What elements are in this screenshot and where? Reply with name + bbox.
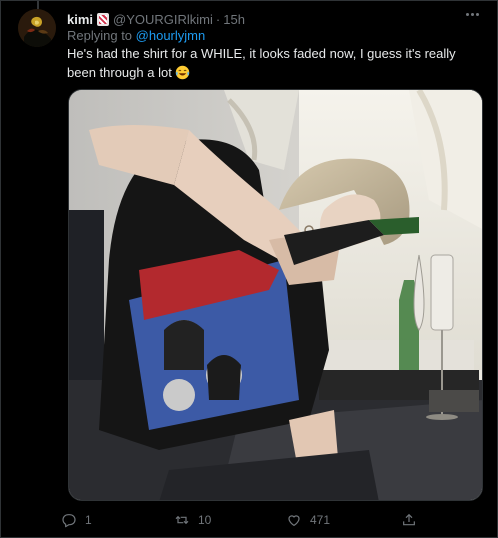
separator-dot: · [215,11,221,27]
avatar-image [18,9,56,47]
more-options-icon[interactable] [461,5,483,23]
replying-prefix: Replying to [67,28,133,43]
more-dot [465,12,469,16]
replying-mention-link[interactable]: @hourlyjmn [136,28,206,43]
video-still-photo-icon [69,90,482,500]
share-icon [403,513,415,526]
more-dot [470,12,474,16]
tweet-actions-bar: 1 10 471 [61,509,431,531]
author-handle[interactable]: @YOURGIRlkimi [113,12,213,27]
reply-count: 1 [85,513,92,527]
author-name[interactable]: kimi [67,12,93,27]
timestamp[interactable]: 15h [223,12,245,27]
avatar[interactable] [18,9,56,47]
media-photo[interactable] [68,89,483,501]
retweet-count: 10 [198,513,212,527]
reply-icon [62,514,76,528]
retweet-button[interactable]: 10 [174,509,211,531]
share-button[interactable] [401,509,425,531]
tweet-text: He's had the shirt for a WHILE, it looks… [67,44,485,82]
card-emoji-icon [97,12,110,26]
replying-to-line: Replying to @hourlyjmn [67,28,205,43]
tweet-text-body: He's had the shirt for a WHILE, it looks… [67,46,456,80]
more-dot [475,12,479,16]
like-count: 471 [310,513,331,527]
crying-laughing-emoji-icon [176,65,190,80]
tweet-header: kimi @YOURGIRlkimi · 15h [67,10,245,28]
tweet-card[interactable]: kimi @YOURGIRlkimi · 15h Replying to @ho… [0,0,498,538]
retweet-icon [175,515,189,525]
like-button[interactable]: 471 [286,509,330,531]
heart-icon [288,515,300,526]
reply-button[interactable]: 1 [61,509,92,531]
thread-line [37,1,39,9]
